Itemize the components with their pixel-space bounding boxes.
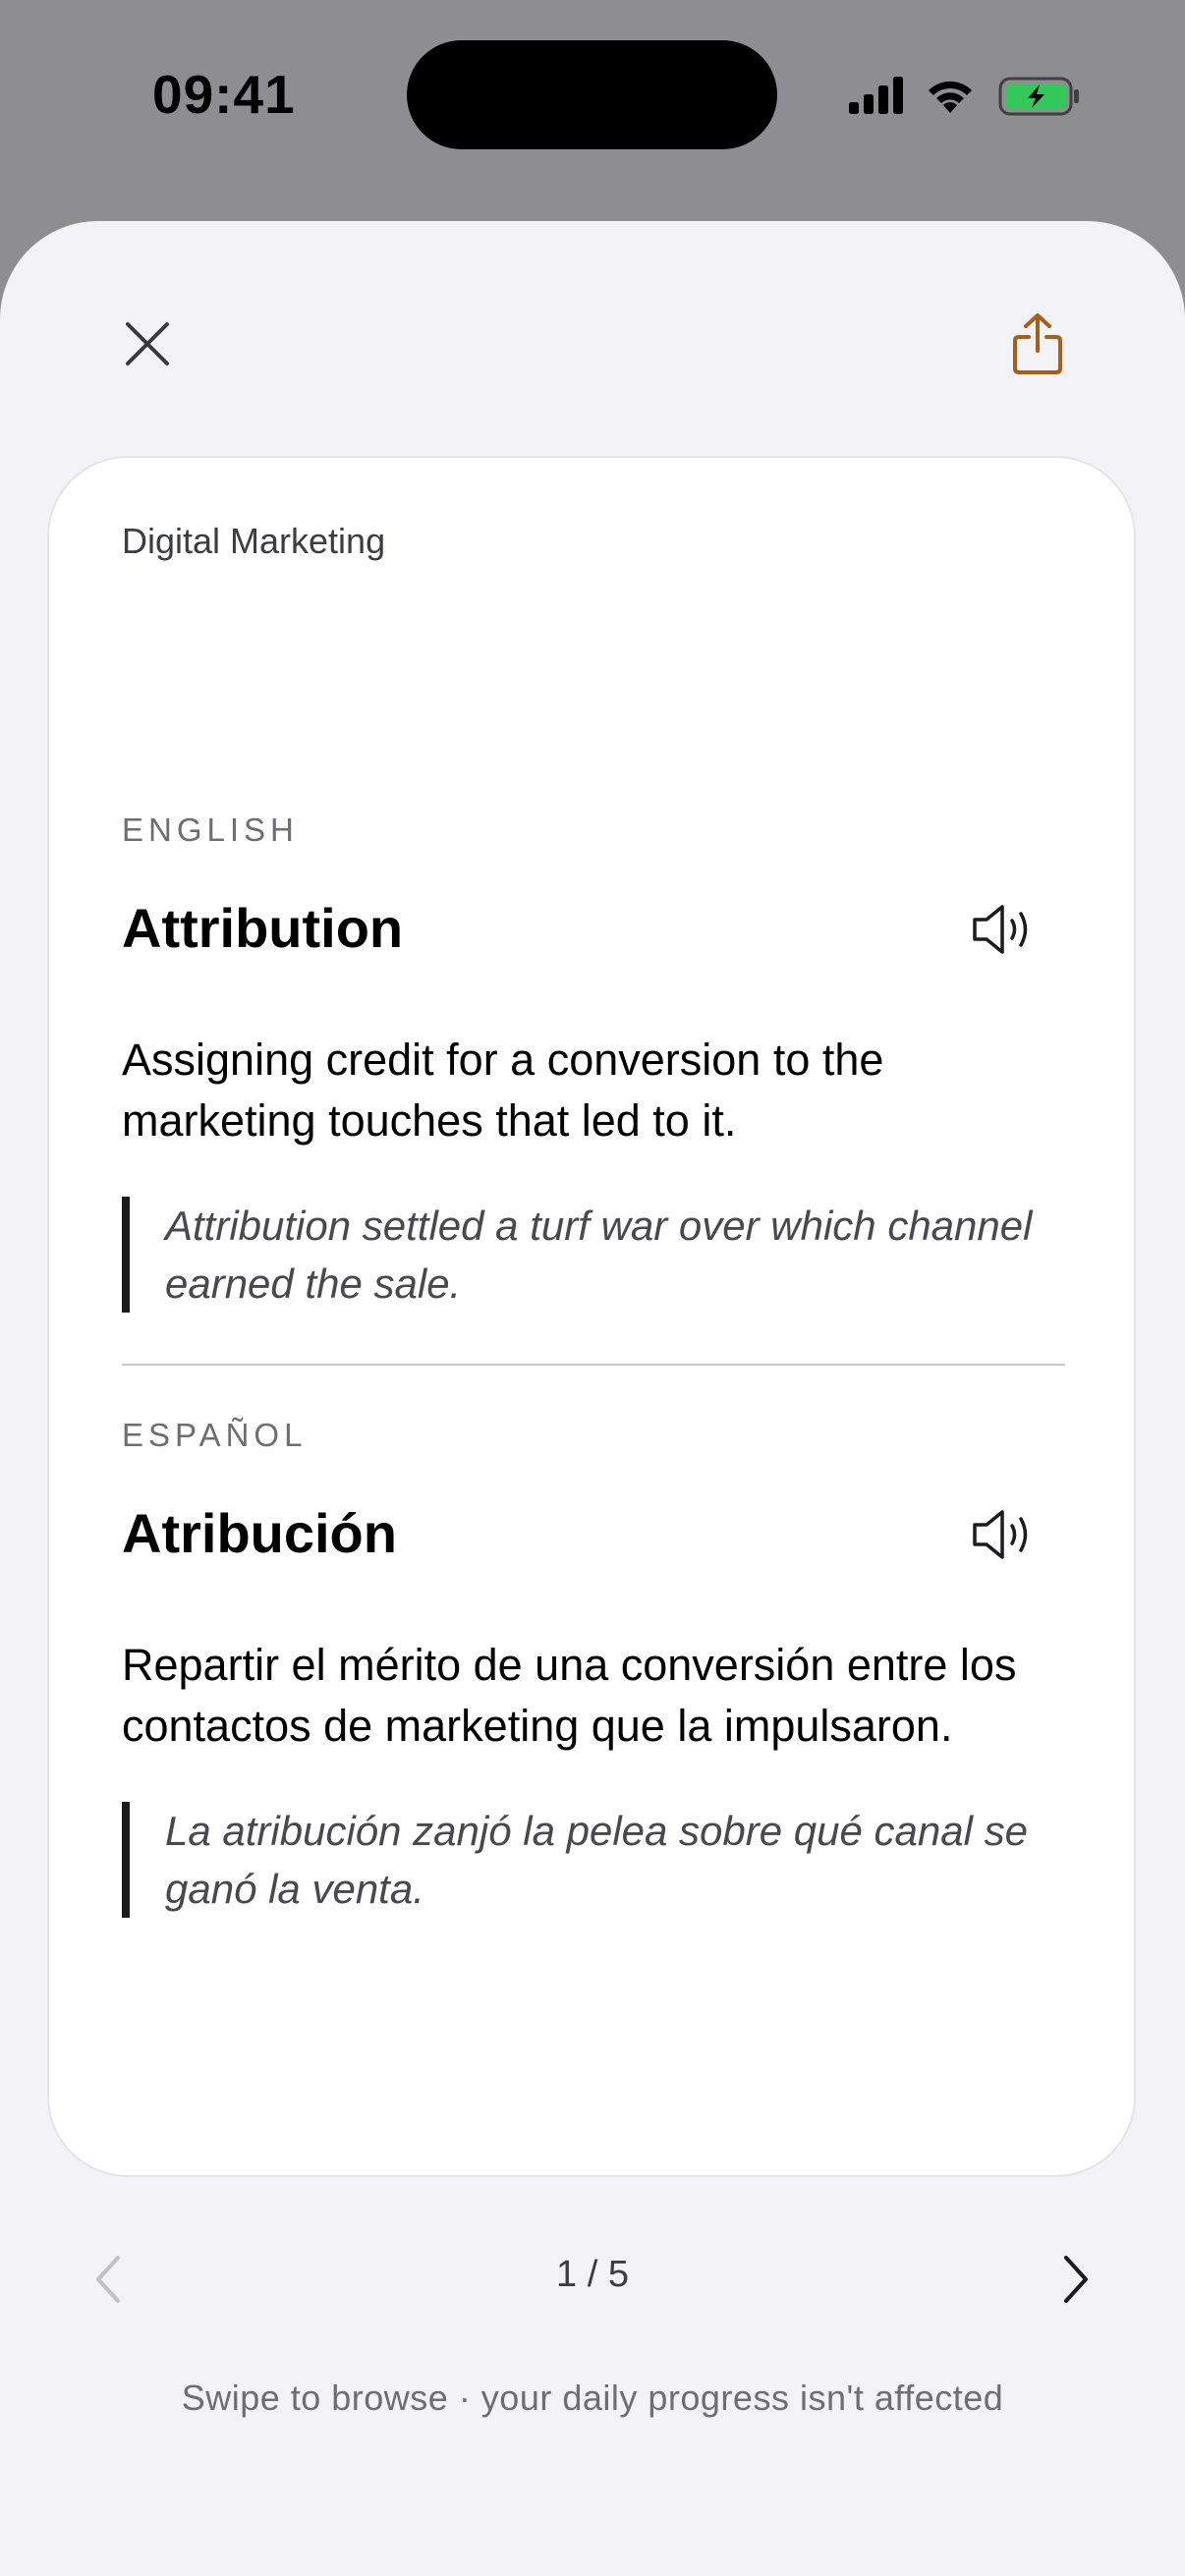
spanish-definition: Repartir el mérito de una conversión ent… <box>122 1640 1017 1751</box>
share-icon <box>1013 313 1062 374</box>
battery-charging-icon <box>998 77 1079 116</box>
next-button[interactable] <box>1037 2240 1115 2319</box>
dynamic-island <box>407 40 777 149</box>
spanish-audio-button[interactable] <box>963 1495 1042 1574</box>
page-indicator: 1 / 5 <box>556 2254 629 2295</box>
chevron-right-icon <box>1064 2256 1088 2303</box>
cellular-signal-icon <box>849 77 903 114</box>
status-bar: 09:41 <box>0 0 1185 196</box>
swipe-hint: Swipe to browse · your daily progress is… <box>181 2378 1004 2418</box>
status-time: 09:41 <box>152 64 296 125</box>
close-icon <box>126 322 169 365</box>
close-button[interactable] <box>108 305 187 383</box>
english-audio-button[interactable] <box>963 890 1042 969</box>
english-term: Attribution <box>122 897 404 959</box>
pager: 1 / 5 <box>0 2240 1185 2319</box>
status-icons <box>845 73 1091 122</box>
share-button[interactable] <box>998 305 1077 383</box>
speaker-icon <box>973 1510 1028 1559</box>
english-label: ENGLISH <box>122 812 299 848</box>
section-divider <box>122 1364 1065 1366</box>
english-example: Attribution settled a turf war over whic… <box>122 1197 1065 1313</box>
wifi-icon <box>929 81 972 113</box>
spanish-term: Atribución <box>122 1502 397 1564</box>
spanish-label: ESPAÑOL <box>122 1417 308 1453</box>
speaker-icon <box>973 905 1028 954</box>
english-definition: Assigning credit for a conversion to the… <box>122 1035 884 1146</box>
spanish-example: La atribución zanjó la pelea sobre qué c… <box>122 1802 1065 1918</box>
flashcard[interactable]: Digital Marketing ENGLISH Attribution As… <box>49 458 1134 2175</box>
category-label: Digital Marketing <box>122 521 386 561</box>
